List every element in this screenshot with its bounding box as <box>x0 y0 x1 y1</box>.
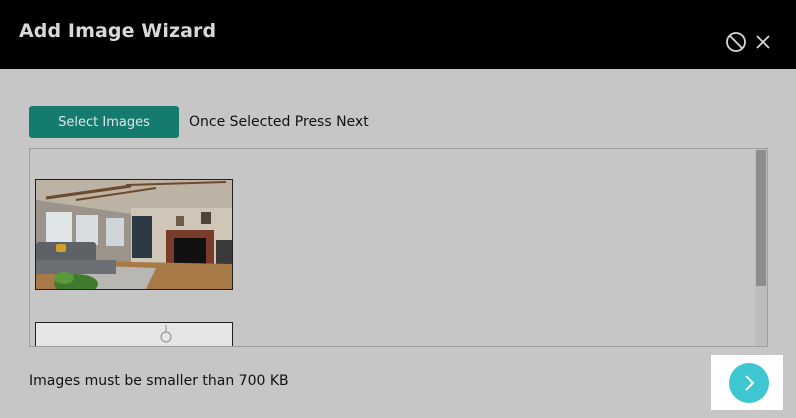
white-room-photo <box>36 323 232 346</box>
image-thumbnail[interactable] <box>35 179 233 290</box>
dialog-titlebar: Add Image Wizard <box>0 0 796 69</box>
image-list[interactable] <box>29 148 768 347</box>
living-room-photo <box>36 180 232 289</box>
chevron-right-icon <box>745 375 755 391</box>
block-icon[interactable] <box>725 31 747 53</box>
select-images-button[interactable]: Select Images <box>29 106 179 138</box>
image-thumbnail[interactable] <box>35 322 233 346</box>
close-icon[interactable] <box>754 33 772 51</box>
instruction-text: Once Selected Press Next <box>189 114 369 130</box>
scrollbar[interactable] <box>755 149 767 346</box>
scrollbar-thumb[interactable] <box>756 150 766 286</box>
size-limit-note: Images must be smaller than 700 KB <box>29 373 289 389</box>
next-button[interactable] <box>729 363 769 403</box>
dialog-title: Add Image Wizard <box>19 20 217 42</box>
